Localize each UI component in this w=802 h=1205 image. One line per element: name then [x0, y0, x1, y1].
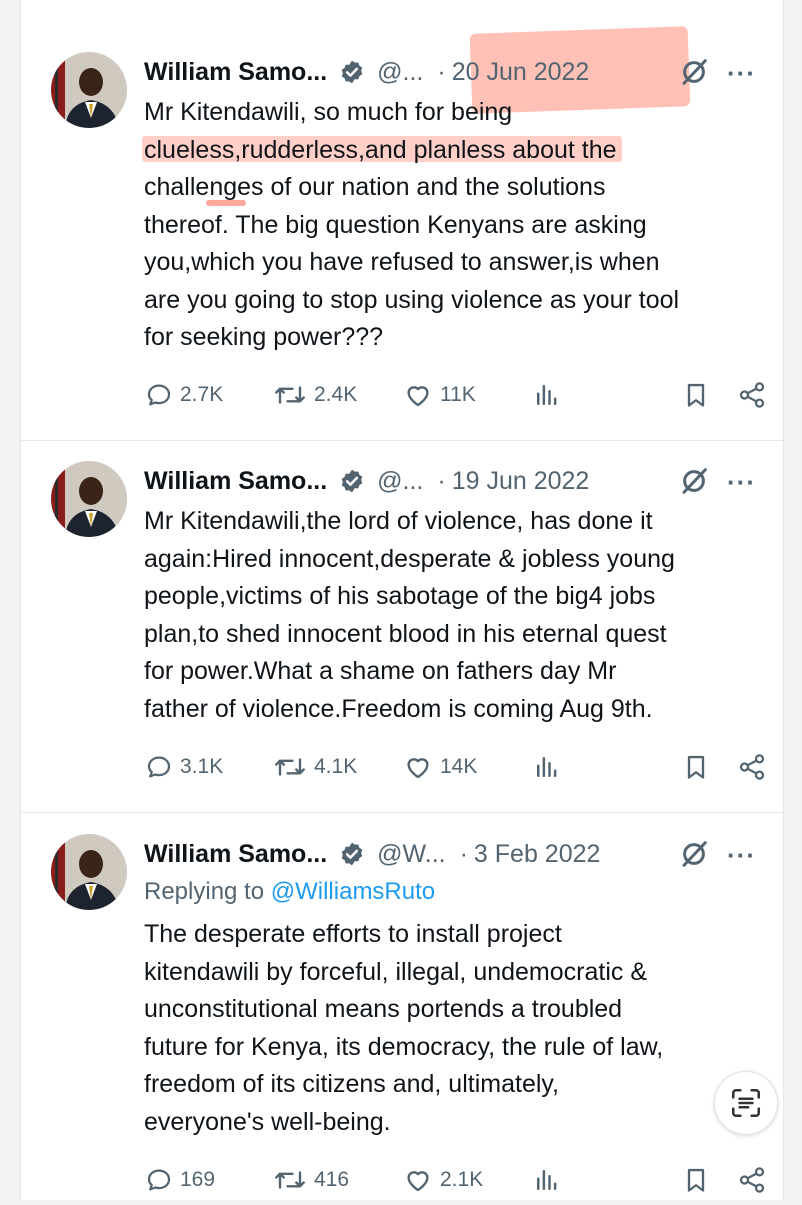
more-options-icon[interactable]: ··· — [727, 467, 756, 498]
repost-count: 416 — [314, 1168, 350, 1191]
like-count: 2.1K — [440, 1168, 484, 1191]
tweet-actions: 2.7K 2.4K 11K — [144, 380, 769, 420]
avatar[interactable] — [51, 52, 127, 128]
tweet-divider — [21, 812, 783, 813]
reply-icon — [147, 756, 171, 778]
replying-to: Replying to @WilliamsRuto — [144, 878, 435, 906]
share-button[interactable] — [737, 380, 773, 410]
repost-icon — [275, 758, 305, 776]
author-name[interactable]: William Samo... — [144, 840, 327, 869]
bookmark-icon — [687, 383, 705, 407]
reply-icon — [147, 1169, 171, 1191]
repost-count: 4.1K — [314, 755, 358, 778]
verified-badge-icon — [339, 841, 365, 867]
tweet-date[interactable]: 19 Jun 2022 — [452, 467, 590, 496]
more-options-icon[interactable]: ··· — [727, 58, 756, 89]
tweet-actions: 3.1K 4.1K 14K — [144, 752, 769, 792]
grok-icon[interactable] — [679, 839, 709, 869]
verified-badge-icon — [339, 468, 365, 494]
tweet-divider — [21, 440, 783, 441]
tweet-header: William Samo... @... · 20 Jun 2022 — [144, 52, 589, 92]
author-handle[interactable]: @... — [377, 58, 423, 87]
reply-button[interactable]: 3.1K — [144, 752, 223, 782]
reply-count: 2.7K — [180, 383, 224, 406]
analytics-icon — [537, 1170, 557, 1190]
repost-button[interactable]: 4.1K — [272, 752, 357, 782]
like-button[interactable]: 11K — [402, 380, 476, 410]
scan-text-icon — [731, 1088, 761, 1118]
heart-icon — [407, 386, 429, 407]
like-count: 11K — [440, 383, 476, 406]
reply-button[interactable]: 169 — [144, 1165, 215, 1195]
tweet-text: Mr Kitendawili,the lord of violence, has… — [144, 507, 675, 723]
tweet-date[interactable]: 3 Feb 2022 — [474, 840, 601, 869]
like-button[interactable]: 14K — [402, 752, 477, 782]
views-button[interactable] — [532, 380, 568, 410]
share-icon — [739, 1167, 765, 1193]
separator-dot: · — [437, 57, 446, 86]
heart-icon — [407, 1171, 429, 1192]
bookmark-button[interactable] — [682, 380, 716, 410]
replying-to-handle-link[interactable]: @WilliamsRuto — [271, 878, 435, 905]
reply-icon — [147, 384, 171, 406]
share-icon — [739, 754, 765, 780]
tweet-header: William Samo... @... · 19 Jun 2022 — [144, 461, 589, 501]
reply-count: 3.1K — [180, 755, 224, 778]
share-icon — [739, 382, 765, 408]
bookmark-button[interactable] — [682, 1165, 716, 1195]
tweet-thread: William Samo... @... · 20 Jun 2022 ··· M… — [20, 0, 784, 1200]
author-name[interactable]: William Samo... — [144, 467, 327, 496]
share-button[interactable] — [737, 1165, 773, 1195]
repost-icon — [275, 1171, 305, 1189]
repost-button[interactable]: 416 — [272, 1165, 349, 1195]
reply-count: 169 — [180, 1168, 216, 1191]
author-name[interactable]: William Samo... — [144, 58, 327, 87]
replying-to-label: Replying to — [144, 878, 271, 905]
reply-button[interactable]: 2.7K — [144, 380, 223, 410]
avatar[interactable] — [51, 834, 127, 910]
tweet-header: William Samo... @W... · 3 Feb 2022 — [144, 834, 600, 874]
grok-icon[interactable] — [679, 57, 709, 87]
grok-icon[interactable] — [679, 466, 709, 496]
tweet-date[interactable]: 20 Jun 2022 — [452, 58, 590, 87]
separator-dot: · — [437, 466, 446, 495]
bookmark-icon — [687, 755, 705, 779]
tweet-text: Mr Kitendawili, so much for being cluele… — [144, 98, 680, 351]
avatar[interactable] — [51, 461, 127, 537]
like-count: 14K — [440, 755, 478, 778]
analytics-icon — [537, 385, 557, 405]
share-button[interactable] — [737, 752, 773, 782]
repost-icon — [275, 386, 305, 404]
heart-icon — [407, 758, 429, 779]
repost-button[interactable]: 2.4K — [272, 380, 357, 410]
analytics-icon — [537, 757, 557, 777]
bookmark-button[interactable] — [682, 752, 716, 782]
repost-count: 2.4K — [314, 383, 358, 406]
like-button[interactable]: 2.1K — [402, 1165, 483, 1195]
bookmark-icon — [687, 1168, 705, 1192]
scan-text-button[interactable] — [714, 1071, 778, 1135]
separator-dot: · — [459, 839, 468, 868]
views-button[interactable] — [532, 752, 568, 782]
views-button[interactable] — [532, 1165, 568, 1195]
verified-badge-icon — [339, 59, 365, 85]
tweet-text: The desperate efforts to install project… — [144, 920, 664, 1136]
author-handle[interactable]: @... — [377, 467, 423, 496]
author-handle[interactable]: @W... — [377, 840, 445, 869]
tweet-actions: 169 416 2.1K — [144, 1165, 769, 1205]
more-options-icon[interactable]: ··· — [727, 840, 756, 871]
